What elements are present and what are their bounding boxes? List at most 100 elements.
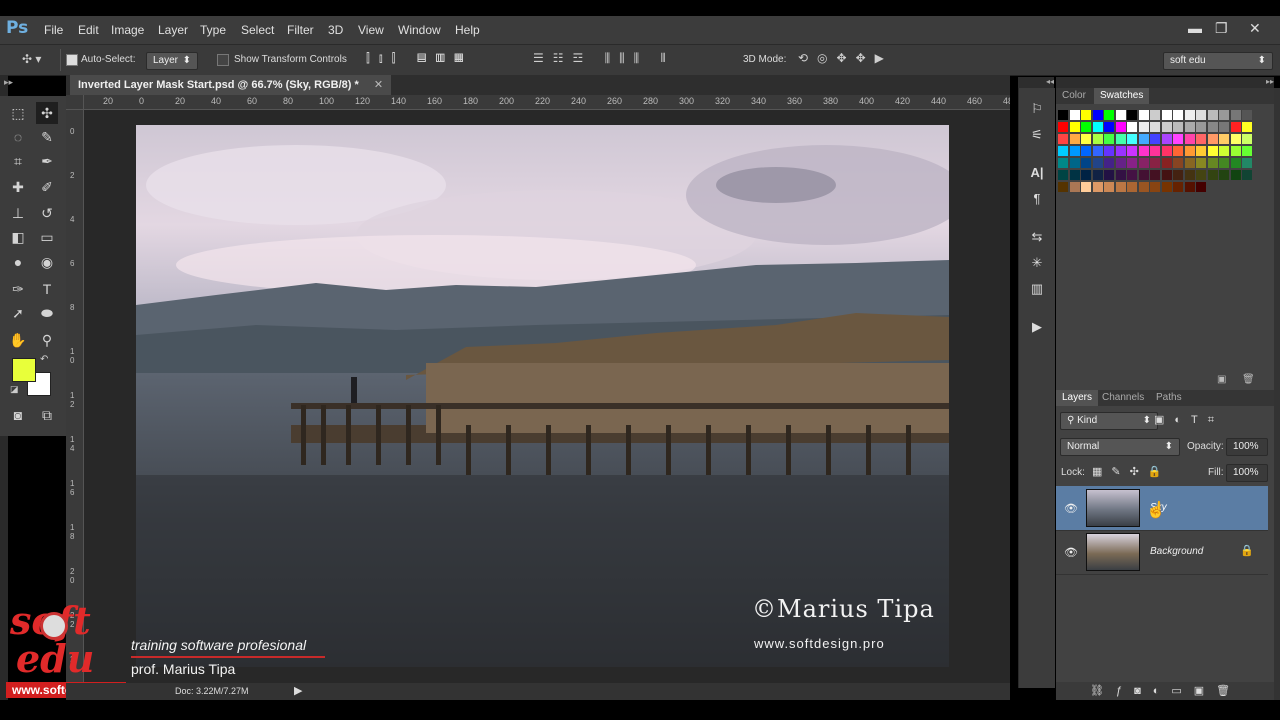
pen-tool-icon[interactable]: ✑ [7, 278, 29, 300]
color-swatch[interactable] [1219, 122, 1229, 132]
color-swatch[interactable] [1230, 134, 1241, 144]
color-swatch[interactable] [1127, 134, 1137, 144]
dock-collapse-icon[interactable]: ◂◂ [1018, 77, 1054, 88]
color-swatch[interactable] [1196, 122, 1206, 132]
color-swatch[interactable] [1173, 182, 1183, 192]
color-swatch[interactable] [1173, 170, 1183, 180]
color-swatch[interactable] [1081, 122, 1091, 132]
color-swatch[interactable] [1184, 182, 1195, 192]
color-swatch[interactable] [1058, 146, 1068, 156]
color-swatch[interactable] [1115, 146, 1126, 156]
swap-colors-icon[interactable]: ↶ [40, 354, 48, 365]
color-swatch[interactable] [1069, 182, 1080, 192]
color-swatch[interactable] [1138, 122, 1149, 132]
color-swatch[interactable] [1150, 122, 1160, 132]
new-swatch-icon[interactable]: ▣ [1217, 374, 1226, 385]
panel-collapse-icon[interactable]: ▸▸ [1056, 77, 1274, 88]
eraser-tool-icon[interactable]: ◧ [7, 226, 29, 248]
ellipse-tool-icon[interactable]: ⬬ [36, 302, 58, 324]
tab-paths[interactable]: Paths [1150, 390, 1188, 406]
path-selection-tool-icon[interactable]: ➚ [7, 302, 29, 324]
lock-icons[interactable]: ▦✎✣🔒 [1092, 465, 1171, 478]
color-swatch[interactable] [1058, 110, 1068, 120]
color-swatch[interactable] [1219, 134, 1229, 144]
color-swatch[interactable] [1081, 134, 1091, 144]
color-swatch[interactable] [1104, 170, 1114, 180]
color-swatch[interactable] [1173, 122, 1183, 132]
color-swatch[interactable] [1196, 134, 1206, 144]
color-swatch[interactable] [1138, 158, 1149, 168]
color-swatch[interactable] [1058, 170, 1068, 180]
color-swatch[interactable] [1150, 146, 1160, 156]
color-swatch[interactable] [1150, 134, 1160, 144]
layer-name[interactable]: Background [1150, 546, 1203, 557]
opacity-input[interactable]: 100% [1226, 438, 1268, 456]
color-swatch[interactable] [1184, 170, 1195, 180]
color-swatch[interactable] [1092, 134, 1103, 144]
color-swatch[interactable] [1115, 134, 1126, 144]
brush-panel-icon[interactable]: ▥ [1019, 276, 1055, 302]
distribute-icons[interactable]: ☰☷☲ ⫼⫼⫼ ⦀ [533, 51, 675, 66]
menu-image[interactable]: Image [111, 23, 144, 37]
color-swatch[interactable] [1219, 110, 1229, 120]
quick-selection-tool-icon[interactable]: ✎ [36, 126, 58, 148]
color-swatch[interactable] [1173, 146, 1183, 156]
color-swatch[interactable] [1127, 158, 1137, 168]
clone-source-panel-icon[interactable]: ⇆ [1019, 224, 1055, 250]
color-swatch[interactable] [1104, 182, 1114, 192]
color-swatch[interactable] [1184, 158, 1195, 168]
menu-3d[interactable]: 3D [328, 23, 343, 37]
zoom-tool-icon[interactable]: ⚲ [36, 329, 58, 351]
color-swatch[interactable] [1081, 170, 1091, 180]
dodge-tool-icon[interactable]: ◉ [36, 251, 58, 273]
auto-select-checkbox[interactable] [66, 54, 78, 69]
color-swatch[interactable] [1069, 146, 1080, 156]
color-swatch[interactable] [1092, 122, 1103, 132]
color-swatch[interactable] [1184, 146, 1195, 156]
color-swatch[interactable] [1127, 170, 1137, 180]
document-image[interactable]: ©Marius Tipa www.softdesign.pro [136, 125, 949, 667]
3d-mode-icons[interactable]: ⟲◎✥✥▶ [798, 51, 893, 65]
color-swatch[interactable] [1161, 122, 1172, 132]
layer-row-background[interactable]: 👁 Background 🔒 [1056, 530, 1268, 575]
color-swatch[interactable] [1138, 170, 1149, 180]
paragraph-panel-icon[interactable]: ¶ [1019, 186, 1055, 212]
color-swatch[interactable] [1069, 110, 1080, 120]
gradient-tool-icon[interactable]: ▭ [36, 226, 58, 248]
color-swatch[interactable] [1161, 182, 1172, 192]
move-tool-icon[interactable]: ✣ [36, 102, 58, 124]
color-swatch[interactable] [1230, 146, 1241, 156]
visibility-eye-icon[interactable]: 👁 [1064, 502, 1078, 515]
color-swatch[interactable] [1138, 182, 1149, 192]
color-swatch[interactable] [1104, 134, 1114, 144]
menu-filter[interactable]: Filter [287, 23, 314, 37]
color-swatch[interactable] [1150, 182, 1160, 192]
color-swatch[interactable] [1104, 146, 1114, 156]
color-swatch[interactable] [1207, 158, 1218, 168]
document-tab[interactable]: Inverted Layer Mask Start.psd @ 66.7% (S… [70, 75, 392, 95]
delete-swatch-icon[interactable]: 🗑 [1242, 374, 1255, 385]
color-swatch[interactable] [1081, 182, 1091, 192]
color-swatch[interactable] [1058, 134, 1068, 144]
color-swatch[interactable] [1138, 110, 1149, 120]
tab-layers[interactable]: Layers [1056, 390, 1099, 406]
color-swatch[interactable] [1173, 134, 1183, 144]
collapse-tools-icon[interactable]: ▸▸ [4, 77, 13, 88]
menu-file[interactable]: File [44, 23, 63, 37]
color-swatch[interactable] [1081, 158, 1091, 168]
crop-tool-icon[interactable]: ⌗ [7, 150, 29, 172]
layer-filter-icons[interactable]: ▣◐T⌗ [1154, 413, 1224, 427]
move-tool-preset-icon[interactable]: ✣ ▾ [22, 52, 41, 66]
color-swatch[interactable] [1196, 146, 1206, 156]
show-transform-checkbox[interactable] [217, 54, 229, 69]
status-menu-arrow-icon[interactable]: ▶ [294, 684, 302, 697]
color-swatch[interactable] [1161, 134, 1172, 144]
color-swatch[interactable] [1081, 110, 1091, 120]
color-swatch[interactable] [1115, 110, 1126, 120]
hand-tool-icon[interactable]: ✋ [7, 329, 29, 351]
color-swatch[interactable] [1207, 134, 1218, 144]
color-swatch[interactable] [1207, 146, 1218, 156]
panel-scrollbar[interactable] [1274, 88, 1280, 700]
blur-tool-icon[interactable]: ● [7, 251, 29, 273]
color-swatch[interactable] [1127, 110, 1137, 120]
